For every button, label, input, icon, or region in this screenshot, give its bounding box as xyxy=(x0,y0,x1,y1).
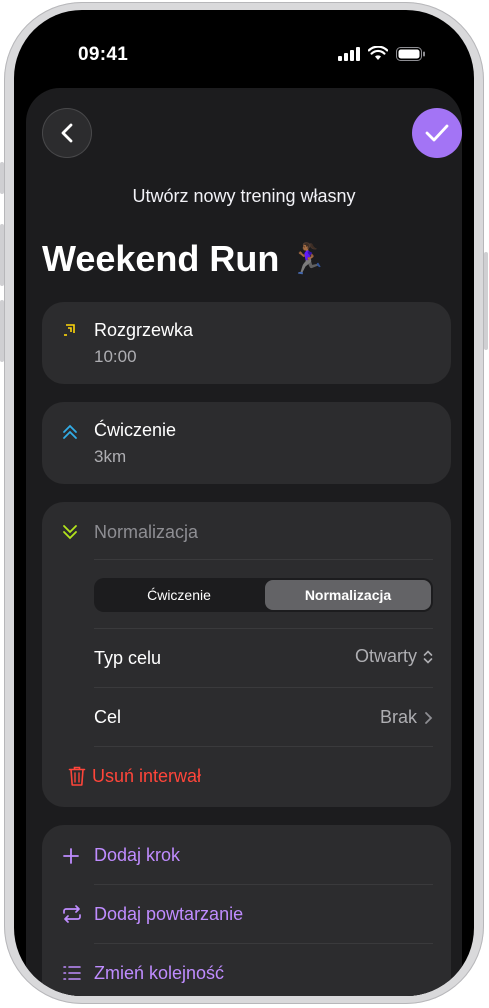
repeat-icon xyxy=(63,905,81,923)
trash-icon xyxy=(68,766,86,786)
runner-emoji: 🏃🏾‍♀️ xyxy=(289,242,327,276)
divider xyxy=(94,628,433,629)
power-button xyxy=(484,252,488,350)
phone-frame: 09:41 Utwórz nowy trening własny Weekend… xyxy=(0,2,488,1004)
done-button[interactable] xyxy=(412,108,462,158)
mute-switch xyxy=(0,162,4,194)
wifi-icon xyxy=(368,46,388,60)
volume-down-button xyxy=(0,300,4,362)
divider xyxy=(94,943,433,944)
delete-interval-label: Usuń interwał xyxy=(92,765,202,786)
add-step-button[interactable]: Dodaj krok xyxy=(94,845,180,866)
status-bar: 09:41 xyxy=(14,10,474,82)
screen: 09:41 Utwórz nowy trening własny Weekend… xyxy=(14,10,474,996)
step-name: Ćwiczenie xyxy=(94,420,177,440)
step-value: 10:00 xyxy=(94,347,137,366)
battery-icon xyxy=(396,46,425,61)
goal-type-value-text: Otwarty xyxy=(354,646,417,666)
back-button[interactable] xyxy=(42,108,92,158)
volume-up-button xyxy=(0,224,4,286)
workout-title[interactable]: Weekend Run 🏃🏾‍♀️ xyxy=(42,238,327,280)
divider xyxy=(94,746,433,747)
sheet-subtitle: Utwórz nowy trening własny xyxy=(132,186,356,206)
actions-card: Dodaj krok Dodaj powtarzanie Zmień kolej… xyxy=(42,825,451,996)
step-name-field[interactable]: Normalizacja xyxy=(94,522,198,543)
goal-label: Cel xyxy=(94,707,122,727)
divider xyxy=(94,559,433,560)
chevron-up-down-icon xyxy=(423,649,433,664)
step-value: 3km xyxy=(94,447,127,466)
reorder-button[interactable]: Zmień kolejność xyxy=(94,963,224,984)
cellular-signal-icon xyxy=(338,46,360,61)
chevron-right-icon xyxy=(425,711,433,724)
cooldown-chevrons-down-icon xyxy=(63,525,77,540)
step-card-work[interactable]: Ćwiczenie 3km xyxy=(42,402,451,484)
list-icon xyxy=(63,966,81,980)
goal-value[interactable]: Brak xyxy=(380,707,433,728)
delete-interval-button[interactable]: Usuń interwał xyxy=(68,765,202,787)
step-card-warmup[interactable]: Rozgrzewka 10:00 xyxy=(42,302,451,384)
step-card-cooldown-expanded: Normalizacja Ćwiczenie Normalizacja Typ … xyxy=(42,502,451,807)
step-type-segmented-control: Ćwiczenie Normalizacja xyxy=(94,578,433,612)
plus-icon xyxy=(63,848,79,864)
chevron-left-icon xyxy=(61,123,73,143)
add-repeat-button[interactable]: Dodaj powtarzanie xyxy=(94,904,243,925)
warmup-icon xyxy=(64,324,75,336)
workout-title-text: Weekend Run xyxy=(42,238,280,279)
status-time: 09:41 xyxy=(78,44,129,65)
step-name: Rozgrzewka xyxy=(94,320,194,340)
status-icons xyxy=(338,46,426,61)
checkmark-icon xyxy=(425,124,449,142)
divider xyxy=(94,884,433,885)
goal-type-label: Typ celu xyxy=(94,648,162,668)
work-chevrons-up-icon xyxy=(63,424,77,439)
goal-type-value[interactable]: Otwarty xyxy=(355,646,433,667)
goal-value-text: Brak xyxy=(379,707,417,727)
segment-cooldown[interactable]: Normalizacja xyxy=(265,580,431,610)
divider xyxy=(94,687,433,688)
workout-editor-sheet: Utwórz nowy trening własny Weekend Run 🏃… xyxy=(26,88,462,996)
segment-work[interactable]: Ćwiczenie xyxy=(96,580,262,610)
